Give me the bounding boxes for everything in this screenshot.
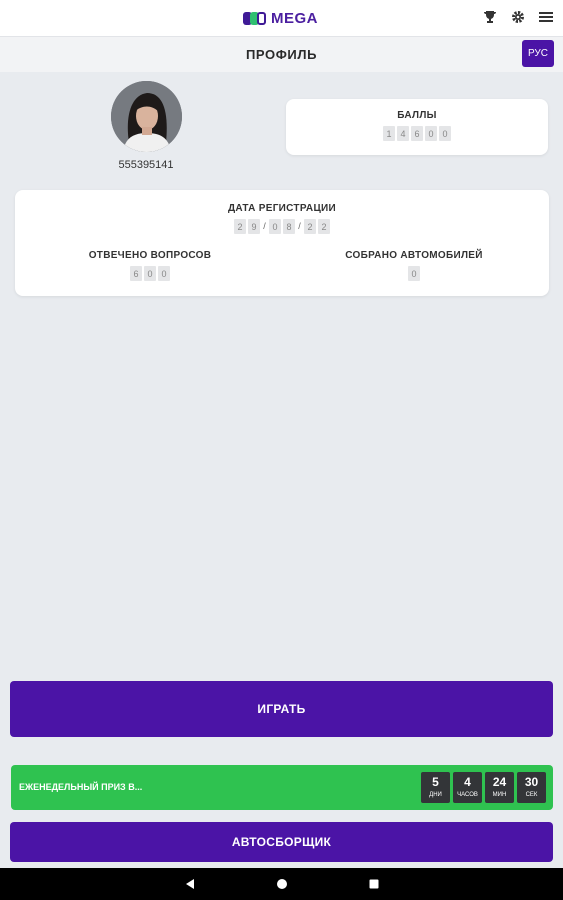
page-title: ПРОФИЛЬ [245,47,318,62]
cars-block: СОБРАНО АВТОМОБИЛЕЙ 0 [314,250,514,281]
timer-hours: 4 ЧАСОВ [453,772,482,803]
registration-label: ДАТА РЕГИСТРАЦИИ [227,203,337,214]
system-nav-bar [0,868,563,900]
answered-digits: 6 0 0 [50,266,250,281]
home-icon[interactable] [271,873,293,895]
digit: 2 [318,219,330,234]
digit: 0 [144,266,156,281]
brand-logo: MEGA [243,9,318,27]
digit: 1 [383,126,395,141]
digit: 9 [248,219,260,234]
timer-value: 24 [492,775,507,789]
digit: 2 [234,219,246,234]
language-button[interactable]: РУС [522,40,554,67]
cars-label: СОБРАНО АВТОМОБИЛЕЙ [345,250,483,261]
prize-timer: 5 ДНИ 4 ЧАСОВ 24 МИН 30 СЕК [421,772,546,803]
mega-logo-icon [243,11,266,25]
answered-block: ОТВЕЧЕНО ВОПРОСОВ 6 0 0 [50,250,250,281]
digit: 0 [158,266,170,281]
date-separator: / [263,221,266,231]
weekly-prize-banner[interactable]: ЕЖЕНЕДЕЛЬНЫЙ ПРИЗ В... 5 ДНИ 4 ЧАСОВ 24 … [11,765,553,810]
timer-value: 30 [524,775,539,789]
prize-text: ЕЖЕНЕДЕЛЬНЫЙ ПРИЗ В... [19,782,143,792]
brand-name: MEGA [271,9,318,27]
timer-value: 5 [432,775,439,789]
assembler-button[interactable]: АВТОСБОРЩИК [10,822,553,862]
app-bar: MEGA [0,0,563,36]
points-label: БАЛЛЫ [397,110,437,121]
stats-card: ДАТА РЕГИСТРАЦИИ 2 9 / 0 8 / 2 2 ОТВЕЧЕН… [15,190,549,296]
digit: 6 [411,126,423,141]
registration-date: 2 9 / 0 8 / 2 2 [15,219,549,234]
menu-icon[interactable] [537,8,555,26]
timer-unit: ДНИ [429,792,442,798]
digit: 2 [304,219,316,234]
gear-icon[interactable] [509,8,527,26]
avatar[interactable] [111,81,182,152]
digit: 0 [269,219,281,234]
digit: 0 [439,126,451,141]
answered-label: ОТВЕЧЕНО ВОПРОСОВ [88,250,212,261]
cars-digits: 0 [314,266,514,281]
timer-seconds: 30 СЕК [517,772,546,803]
timer-minutes: 24 МИН [485,772,514,803]
recents-icon[interactable] [363,873,385,895]
trophy-icon[interactable] [481,8,499,26]
digit: 0 [408,266,420,281]
registration-block: ДАТА РЕГИСТРАЦИИ 2 9 / 0 8 / 2 2 [15,203,549,234]
timer-unit: СЕК [525,792,538,798]
digit: 8 [283,219,295,234]
timer-value: 4 [464,775,471,789]
timer-unit: МИН [492,792,507,798]
back-icon[interactable] [179,873,201,895]
digit: 4 [397,126,409,141]
timer-days: 5 ДНИ [421,772,450,803]
play-button[interactable]: ИГРАТЬ [10,681,553,737]
title-bar: ПРОФИЛЬ РУС [0,36,563,72]
digit: 6 [130,266,142,281]
points-card: БАЛЛЫ 1 4 6 0 0 [286,99,548,155]
user-id: 555395141 [118,159,174,171]
timer-unit: ЧАСОВ [457,792,478,798]
digit: 0 [425,126,437,141]
points-digits: 1 4 6 0 0 [286,126,548,141]
date-separator: / [298,221,301,231]
